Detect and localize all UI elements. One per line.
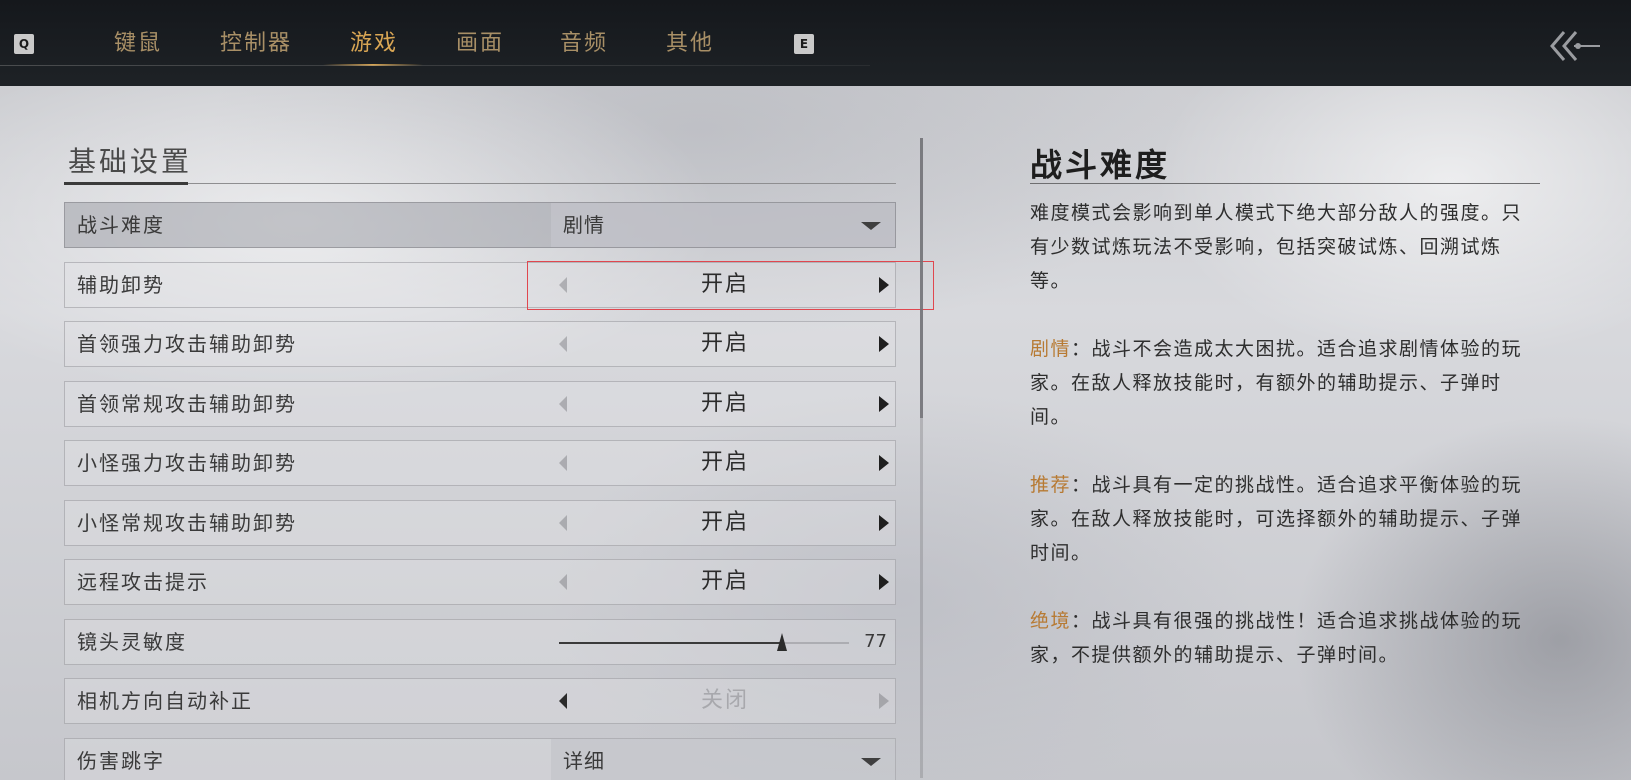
setting-row-ranged-hint[interactable]: 远程攻击提示 开启 [64,559,896,605]
setting-label: 小怪强力攻击辅助卸势 [77,451,297,475]
section-divider-accent [64,182,188,185]
setting-label: 相机方向自动补正 [77,689,253,713]
tab-keyboard-mouse[interactable]: 键鼠 [114,26,162,62]
arrow-left-icon[interactable] [559,277,567,293]
description-intro: 难度模式会影响到单人模式下绝大部分敌人的强度。只有少数试炼玩法不受影响，包括突破… [1030,202,1523,292]
setting-row-camera-sensitivity[interactable]: 镜头灵敏度 77 [64,619,896,665]
toggle-value: 开启 [700,391,749,416]
setting-label: 首领强力攻击辅助卸势 [77,332,297,356]
scrollbar-thumb[interactable] [920,138,923,418]
tab-game[interactable]: 游戏 [350,26,398,62]
mode-story: 剧情：战斗不会造成太大困扰。适合追求剧情体验的玩家。在敌人释放技能时，有额外的辅… [1030,332,1542,434]
setting-row-damage-numbers[interactable]: 伤害跳字 详细 [64,738,896,780]
mode-text: ：战斗具有很强的挑战性！适合追求挑战体验的玩家，不提供额外的辅助提示、子弹时间。 [1030,610,1523,666]
section-title: 基础设置 [68,145,193,178]
mode-keyword: 推荐 [1030,474,1072,496]
damage-numbers-dropdown[interactable]: 详细 [551,739,895,780]
setting-label: 战斗难度 [77,213,165,237]
arrow-right-icon[interactable] [879,277,889,293]
setting-row-combat-difficulty[interactable]: 战斗难度 剧情 [64,202,896,248]
tab-other[interactable]: 其他 [666,26,714,62]
next-tab-key[interactable]: E [794,34,814,54]
sensitivity-slider[interactable] [559,633,849,651]
section-divider [64,183,896,184]
arrow-left-icon[interactable] [559,336,567,352]
arrow-right-icon[interactable] [879,574,889,590]
setting-row-minion-normal-assist[interactable]: 小怪常规攻击辅助卸势 开启 [64,500,896,546]
setting-row-minion-heavy-assist[interactable]: 小怪强力攻击辅助卸势 开启 [64,440,896,486]
setting-row-boss-normal-assist[interactable]: 首领常规攻击辅助卸势 开启 [64,381,896,427]
setting-label: 镜头灵敏度 [77,630,187,654]
tab-controller[interactable]: 控制器 [220,26,292,62]
toggle-value: 开启 [700,510,749,535]
arrow-right-icon[interactable] [879,515,889,531]
setting-row-assist-deflect[interactable]: 辅助卸势 开启 [64,262,896,308]
description-body: 难度模式会影响到单人模式下绝大部分敌人的强度。只有少数试炼玩法不受影响，包括突破… [1030,196,1542,706]
setting-label: 辅助卸势 [77,273,165,297]
tab-graphics[interactable]: 画面 [456,26,504,62]
description-title: 战斗难度 [1030,146,1171,184]
arrow-left-icon[interactable] [559,574,567,590]
caret-down-icon [861,758,881,766]
mode-extreme: 绝境：战斗具有很强的挑战性！适合追求挑战体验的玩家，不提供额外的辅助提示、子弹时… [1030,604,1542,672]
toggle-value: 开启 [700,272,749,297]
setting-row-boss-heavy-assist[interactable]: 首领强力攻击辅助卸势 开启 [64,321,896,367]
setting-label: 远程攻击提示 [77,570,209,594]
arrow-left-icon[interactable] [559,693,567,709]
slider-thumb[interactable] [777,633,787,651]
mode-text: ：战斗具有一定的挑战性。适合追求平衡体验的玩家。在敌人释放技能时，可选择额外的辅… [1030,474,1523,564]
top-nav-bar: Q 键鼠 控制器 游戏 画面 音频 其他 E [0,0,1631,86]
setting-row-camera-auto-correct[interactable]: 相机方向自动补正 关闭 [64,678,896,724]
tab-divider [0,65,870,66]
arrow-right-icon[interactable] [879,455,889,471]
mode-text: ：战斗不会造成太大困扰。适合追求剧情体验的玩家。在敌人释放技能时，有额外的辅助提… [1030,338,1523,428]
arrow-left-icon[interactable] [559,515,567,531]
prev-tab-key[interactable]: Q [14,34,34,54]
toggle-value: 关闭 [700,688,749,713]
toggle-value: 开启 [700,331,749,356]
toggle-value: 开启 [700,450,749,475]
slider-value: 77 [864,631,887,652]
mode-keyword: 绝境 [1030,610,1072,632]
setting-label: 首领常规攻击辅助卸势 [77,392,297,416]
setting-label: 伤害跳字 [77,749,165,773]
tab-audio[interactable]: 音频 [560,26,608,62]
arrow-right-icon[interactable] [879,336,889,352]
double-chevron-left-icon [1550,31,1600,61]
arrow-left-icon[interactable] [559,455,567,471]
difficulty-dropdown[interactable]: 剧情 [551,203,895,247]
arrow-right-icon[interactable] [879,693,889,709]
slider-fill [559,642,782,644]
arrow-left-icon[interactable] [559,396,567,412]
mode-keyword: 剧情 [1030,338,1072,360]
arrow-right-icon[interactable] [879,396,889,412]
description-divider [1030,183,1540,184]
caret-down-icon [861,222,881,230]
dropdown-value: 详细 [563,749,605,773]
dropdown-value: 剧情 [563,213,605,237]
mode-recommended: 推荐：战斗具有一定的挑战性。适合追求平衡体验的玩家。在敌人释放技能时，可选择额外… [1030,468,1542,570]
settings-scrollbar[interactable] [920,138,923,778]
setting-label: 小怪常规攻击辅助卸势 [77,511,297,535]
toggle-value: 开启 [700,569,749,594]
back-button[interactable] [1548,26,1604,66]
